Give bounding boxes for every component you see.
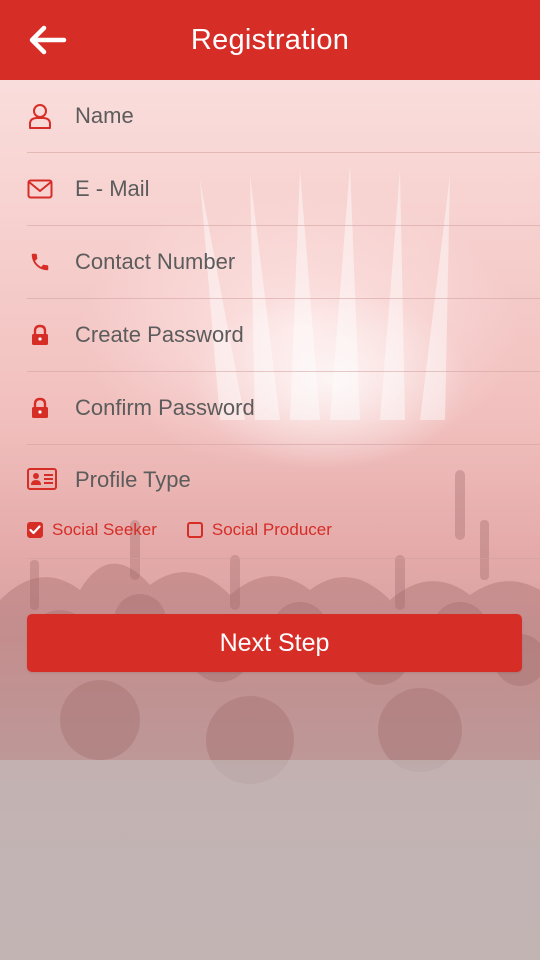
user-icon xyxy=(27,103,53,129)
confirm-password-input[interactable] xyxy=(75,390,515,426)
envelope-icon xyxy=(27,176,53,202)
create-password-input[interactable] xyxy=(75,317,515,353)
social-producer-checkbox[interactable] xyxy=(186,522,203,538)
email-field-row xyxy=(27,153,540,226)
social-seeker-label: Social Seeker xyxy=(52,520,157,539)
page-title: Registration xyxy=(190,24,350,56)
id-card-icon xyxy=(27,468,57,495)
create-password-field-row xyxy=(27,299,540,372)
registration-form: Profile Type Social Seeker Social Produc… xyxy=(0,80,540,559)
app-header: Registration xyxy=(0,0,540,80)
email-input[interactable] xyxy=(75,171,515,207)
name-field-row xyxy=(27,80,540,153)
name-input[interactable] xyxy=(75,98,515,134)
social-seeker-checkbox[interactable] xyxy=(27,522,43,538)
social-seeker-option[interactable]: Social Seeker xyxy=(27,520,157,540)
profile-type-label: Profile Type xyxy=(75,467,191,492)
check-icon xyxy=(29,525,41,535)
next-step-button[interactable]: Next Step xyxy=(27,614,522,672)
social-producer-label: Social Producer xyxy=(211,520,332,539)
confirm-password-field-row xyxy=(27,372,540,445)
social-producer-option[interactable]: Social Producer xyxy=(186,520,332,540)
profile-type-options: Social Seeker Social Producer xyxy=(27,520,362,540)
phone-icon xyxy=(27,249,53,275)
contact-number-input[interactable] xyxy=(75,244,515,280)
lock-icon xyxy=(27,322,53,348)
contact-field-row xyxy=(27,226,540,299)
profile-type-section: Profile Type Social Seeker Social Produc… xyxy=(27,445,540,559)
lock-icon xyxy=(27,395,53,421)
